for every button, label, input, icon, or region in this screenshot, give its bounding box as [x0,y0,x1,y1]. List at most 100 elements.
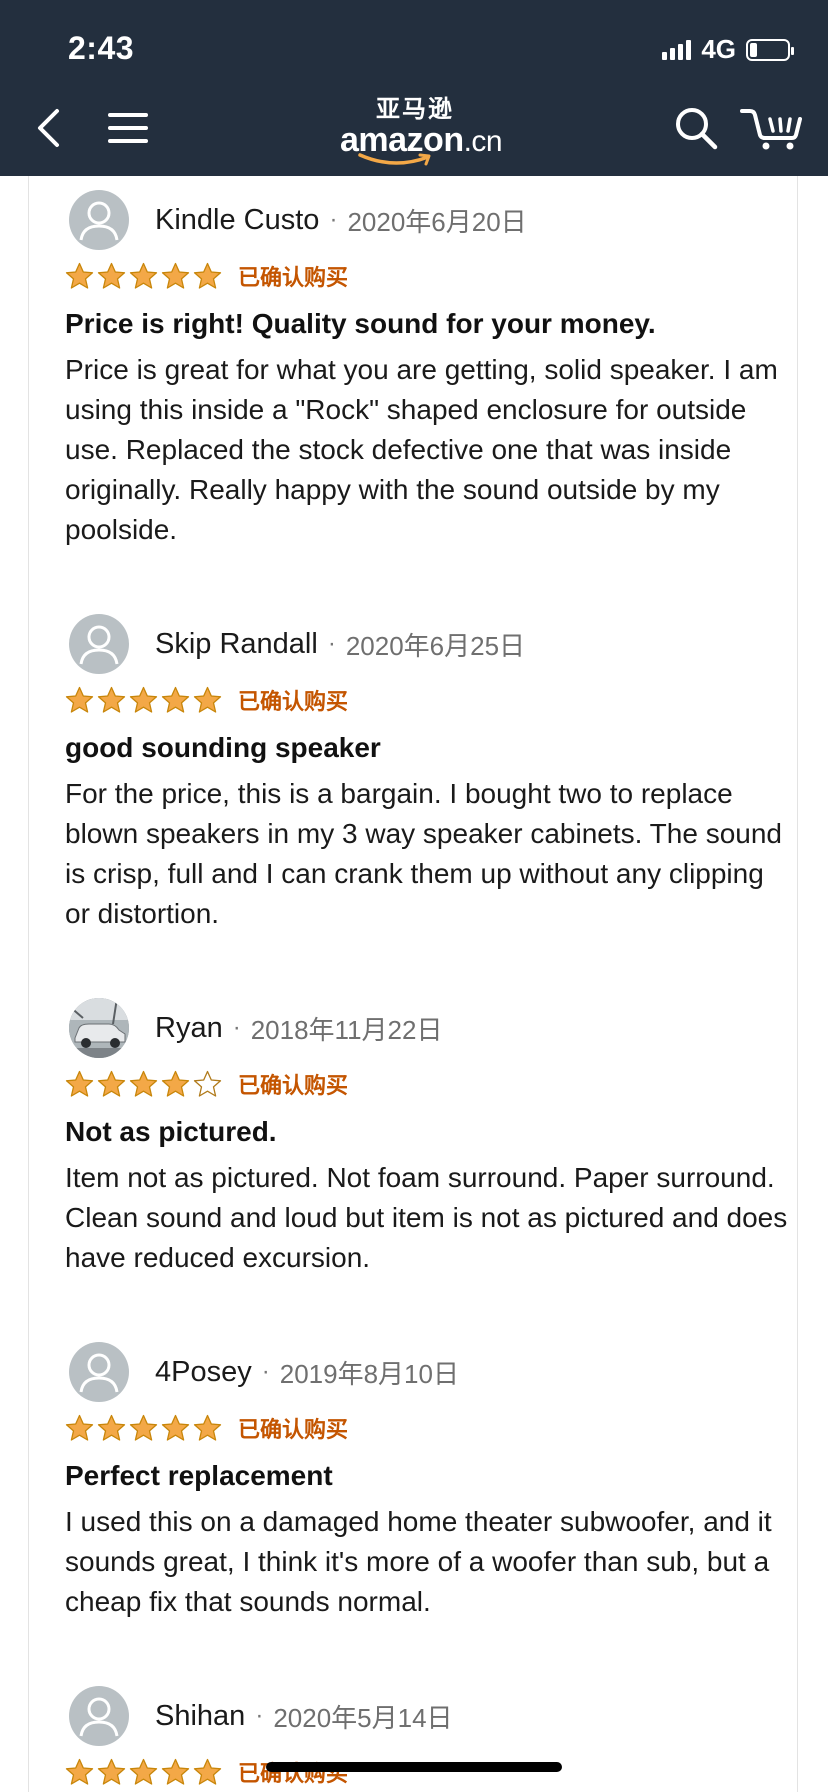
app-header: 2:43 4G 亚马逊 amazon.cn [0,0,828,176]
star-rating [65,262,222,291]
home-indicator[interactable] [266,1762,562,1772]
review-header: Ryan · 2018年11月22日 [65,998,795,1058]
star-filled-icon [65,262,94,289]
review-date: 2020年5月14日 [273,1702,453,1733]
star-filled-icon [129,1414,158,1441]
menu-button[interactable] [104,100,152,156]
star-filled-icon [65,1070,94,1097]
star-filled-icon [129,1070,158,1097]
star-filled-icon [65,1758,94,1785]
avatar[interactable] [69,190,129,250]
star-filled-icon [193,686,222,713]
review-header: Shihan · 2020年5月14日 [65,1686,795,1746]
review-body: For the price, this is a bargain. I boug… [65,778,782,929]
review-date: 2018年11月22日 [250,1014,443,1045]
review-body: I used this on a damaged home theater su… [65,1506,772,1617]
star-filled-icon [129,262,158,289]
search-button[interactable] [672,100,720,156]
star-filled-icon [161,1414,190,1441]
star-filled-icon [193,1758,222,1785]
star-empty-icon [193,1070,222,1097]
smile-arrow-icon [358,153,431,166]
review-item: Skip Randall · 2020年6月25日 已确认购买 good sou… [65,614,795,934]
default-user-icon [79,1353,119,1393]
review-title: Price is right! Quality sound for your m… [65,308,656,339]
avatar[interactable] [69,998,129,1058]
star-filled-icon [129,686,158,713]
reviewer-name[interactable]: Ryan [155,1012,223,1045]
amazon-cn-logo[interactable]: 亚马逊 amazon.cn [340,96,503,168]
logo-suffix-text: .cn [463,125,503,158]
review-body: Price is great for what you are getting,… [65,354,778,545]
hamburger-menu-icon [108,113,148,143]
verified-purchase-badge: 已确认购买 [238,689,349,714]
separator-dot: · [327,630,336,657]
review-title: good sounding speaker [65,732,381,763]
star-filled-icon [97,1414,126,1441]
review-title: Perfect replacement [65,1460,333,1491]
review-title: Not as pictured. [65,1116,277,1147]
rating-row: 已确认购买 [65,1068,795,1100]
review-date: 2020年6月25日 [345,630,526,661]
separator-dot: · [232,1014,241,1041]
avatar[interactable] [69,1342,129,1402]
verified-purchase-badge: 已确认购买 [238,265,349,290]
review-item: 4Posey · 2019年8月10日 已确认购买 Perfect replac… [65,1342,795,1622]
review-date: 2019年8月10日 [279,1358,459,1389]
separator-dot: · [261,1358,270,1385]
star-rating [65,1070,222,1099]
search-icon [676,108,718,150]
network-type: 4G [701,34,736,64]
status-indicators: 4G [662,34,794,65]
review-body: Item not as pictured. Not foam surround.… [65,1162,788,1273]
verified-purchase-badge: 已确认购买 [238,1417,349,1442]
rating-row: 已确认购买 [65,1412,795,1444]
rating-row: 已确认购买 [65,1756,795,1788]
chevron-left-icon [38,109,59,147]
star-filled-icon [161,1758,190,1785]
status-time: 2:43 [68,30,135,66]
star-filled-icon [97,262,126,289]
review-item: Shihan · 2020年5月14日 已确认购买 [65,1686,795,1788]
review-item: Ryan · 2018年11月22日 已确认购买 Not as pictured… [65,998,795,1278]
star-filled-icon [97,686,126,713]
default-user-icon [79,1697,119,1737]
star-filled-icon [129,1758,158,1785]
avatar[interactable] [69,614,129,674]
review-date: 2020年6月20日 [347,206,527,237]
separator-dot: · [329,206,338,233]
star-filled-icon [65,686,94,713]
car-photo-icon [69,998,129,1058]
cellular-signal-icon [662,39,692,60]
reviewer-name[interactable]: Skip Randall [155,628,318,661]
star-filled-icon [161,262,190,289]
star-rating [65,686,222,715]
review-header: Skip Randall · 2020年6月25日 [65,614,795,674]
star-filled-icon [193,262,222,289]
star-filled-icon [193,1414,222,1441]
star-filled-icon [161,686,190,713]
cart-icon [740,109,802,150]
reviewer-name[interactable]: 4Posey [155,1356,252,1389]
default-user-icon [79,625,119,665]
rating-row: 已确认购买 [65,260,795,292]
verified-purchase-badge: 已确认购买 [238,1073,349,1098]
reviewer-name[interactable]: Kindle Custo [155,204,319,237]
verified-purchase-badge: 已确认购买 [238,1761,349,1786]
review-header: Kindle Custo · 2020年6月20日 [65,190,795,250]
star-filled-icon [65,1414,94,1441]
logo-chinese-text: 亚马逊 [376,96,454,123]
default-user-icon [79,201,119,241]
reviews-list: Kindle Custo · 2020年6月20日 已确认购买 Price is… [28,176,798,1792]
reviewer-name[interactable]: Shihan [155,1700,245,1733]
back-button[interactable] [28,100,68,156]
separator-dot: · [255,1702,264,1729]
rating-row: 已确认购买 [65,684,795,716]
star-filled-icon [97,1070,126,1097]
cart-button[interactable] [738,100,804,156]
star-rating [65,1758,222,1787]
avatar[interactable] [69,1686,129,1746]
battery-icon [746,38,794,61]
star-filled-icon [97,1758,126,1785]
review-header: 4Posey · 2019年8月10日 [65,1342,795,1402]
